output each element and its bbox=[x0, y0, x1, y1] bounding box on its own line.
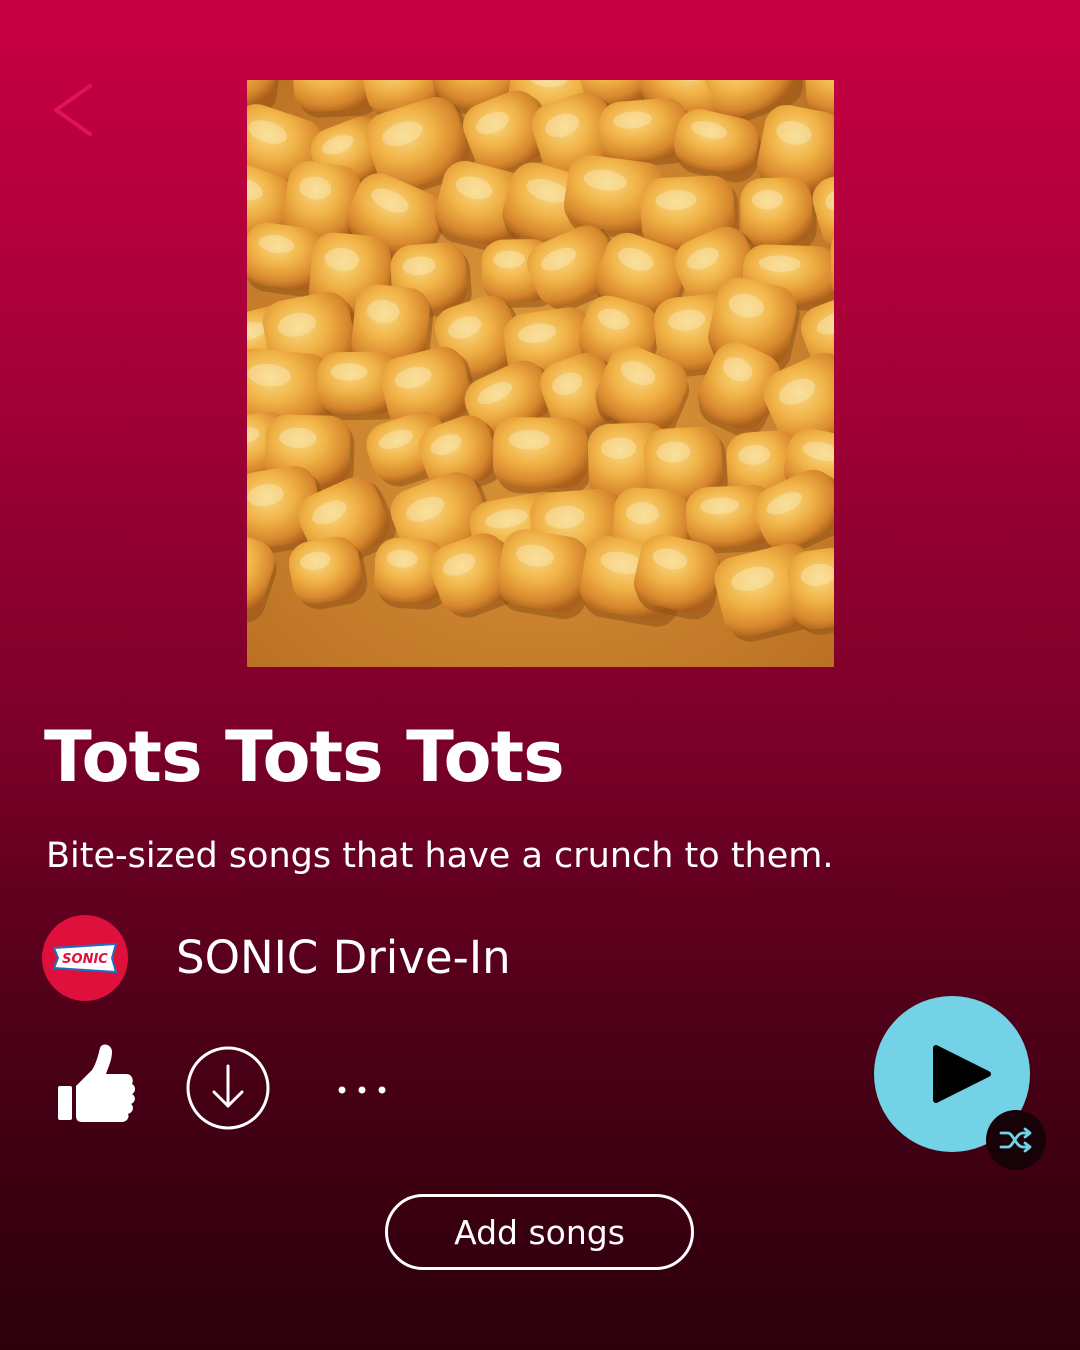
chevron-left-icon bbox=[54, 84, 92, 136]
playlist-cover-image bbox=[247, 80, 834, 667]
shuffle-icon bbox=[999, 1127, 1032, 1153]
download-button[interactable] bbox=[184, 1044, 272, 1132]
more-options-button[interactable] bbox=[330, 1068, 394, 1112]
download-icon bbox=[186, 1046, 270, 1130]
like-button[interactable] bbox=[52, 1040, 138, 1126]
creator-avatar: SONIC bbox=[42, 915, 128, 1001]
sonic-logo: SONIC bbox=[52, 942, 118, 974]
back-button[interactable] bbox=[44, 78, 108, 142]
thumbs-up-icon bbox=[58, 1044, 135, 1122]
add-songs-button[interactable]: Add songs bbox=[385, 1194, 694, 1270]
more-icon bbox=[338, 1086, 386, 1094]
play-icon bbox=[933, 1045, 991, 1103]
playlist-title: Tots Tots Tots bbox=[44, 716, 565, 798]
svg-text:SONIC: SONIC bbox=[62, 952, 108, 967]
shuffle-button[interactable] bbox=[986, 1110, 1046, 1170]
playlist-description: Bite-sized songs that have a crunch to t… bbox=[46, 836, 834, 876]
creator-link[interactable]: SONIC SONIC Drive-In bbox=[42, 914, 511, 1002]
creator-name: SONIC Drive-In bbox=[176, 931, 511, 984]
